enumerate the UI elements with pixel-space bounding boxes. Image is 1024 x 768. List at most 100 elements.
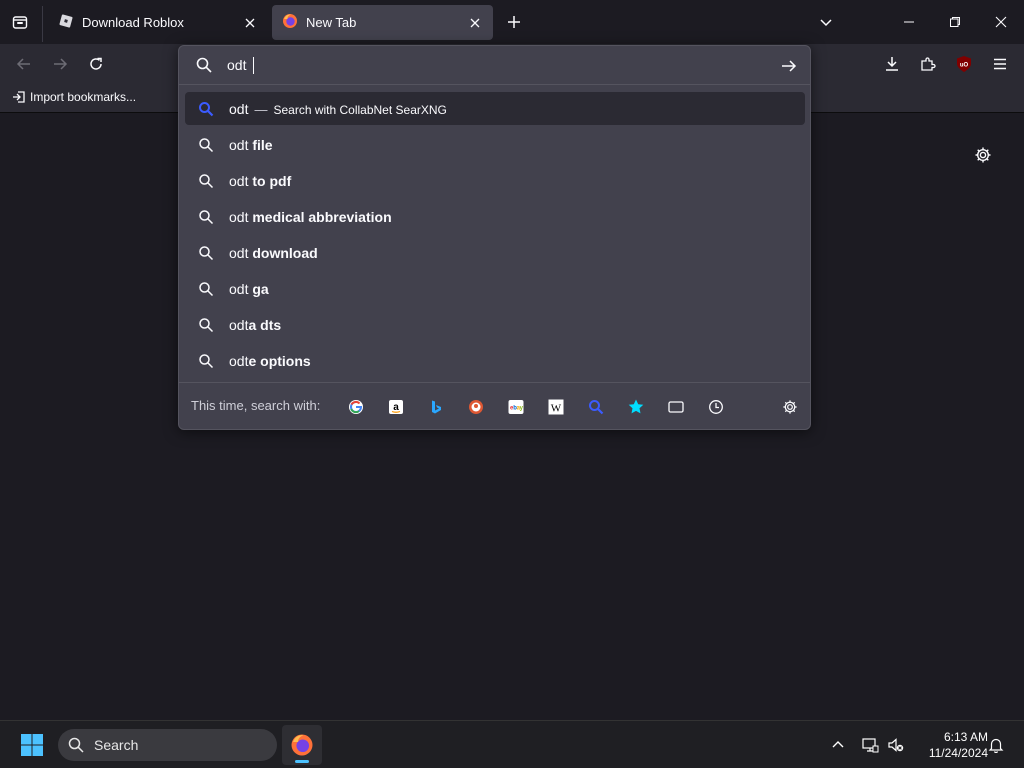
suggestion-completion: to pdf	[252, 172, 292, 189]
clock-date: 11/24/2024	[928, 746, 988, 760]
suggestion-text: odt medical abbreviation	[229, 209, 392, 225]
downloads-button[interactable]	[880, 52, 904, 76]
restore-icon	[950, 17, 960, 27]
amazon-search-button[interactable]: a	[383, 394, 409, 420]
volume-button[interactable]	[884, 733, 908, 757]
windows-logo-icon	[21, 734, 43, 756]
duckduckgo-icon	[469, 400, 483, 414]
tabs-search-button[interactable]	[663, 394, 689, 420]
extensions-button[interactable]	[916, 52, 940, 76]
close-window-button[interactable]	[978, 0, 1024, 44]
suggestion-item[interactable]: odt file	[185, 128, 805, 161]
download-icon	[886, 57, 898, 71]
suggestion-completion: a dts	[248, 316, 282, 333]
one-off-search-bar: This time, search with: a ebay W	[179, 382, 810, 429]
ublock-icon: uO	[957, 56, 971, 72]
show-hidden-icons-button[interactable]	[826, 733, 850, 757]
ebay-search-button[interactable]: ebay	[503, 394, 529, 420]
suggestion-item[interactable]: odt download	[185, 236, 805, 269]
taskbar-firefox-app[interactable]	[282, 725, 322, 765]
tabs-icon	[668, 401, 684, 413]
suggestion-prefix: odt	[229, 172, 253, 189]
suggestion-completion: medical abbreviation	[252, 208, 392, 225]
chevron-up-icon	[832, 741, 844, 748]
taskbar-search-box[interactable]: Search	[58, 729, 277, 761]
bing-icon	[432, 400, 441, 414]
suggestion-primary-search[interactable]: odt — Search with CollabNet SearXNG	[185, 92, 805, 125]
suggestion-item[interactable]: odte options	[185, 344, 805, 377]
suggestion-item[interactable]: odt medical abbreviation	[185, 200, 805, 233]
minimize-icon	[904, 21, 914, 23]
reload-icon	[90, 57, 102, 70]
active-app-indicator	[295, 760, 309, 763]
suggestion-prefix: odt	[229, 352, 249, 369]
duckduckgo-search-button[interactable]	[463, 394, 489, 420]
tab-new-tab[interactable]: New Tab	[272, 5, 493, 40]
forward-button[interactable]	[48, 52, 72, 76]
tab-separator	[42, 6, 43, 42]
history-search-button[interactable]	[703, 394, 729, 420]
notifications-button[interactable]	[984, 733, 1008, 757]
search-icon	[197, 280, 215, 298]
suggestion-item[interactable]: odta dts	[185, 308, 805, 341]
firefox-view-icon	[12, 16, 28, 29]
gear-icon	[975, 147, 991, 163]
search-settings-button[interactable]	[777, 394, 803, 420]
tab-download-roblox[interactable]: Download Roblox	[48, 5, 268, 40]
ebay-icon: ebay	[508, 400, 524, 414]
searxng-icon	[589, 400, 604, 415]
bookmarks-search-button[interactable]	[623, 394, 649, 420]
suggestion-text: odte options	[229, 353, 311, 369]
back-arrow-icon	[16, 58, 30, 70]
svg-text:uO: uO	[960, 63, 969, 69]
start-button[interactable]	[20, 733, 44, 757]
close-tab-icon[interactable]	[467, 15, 483, 31]
minimize-button[interactable]	[886, 0, 932, 44]
bing-search-button[interactable]	[423, 394, 449, 420]
suggestion-completion: file	[252, 136, 273, 153]
back-button[interactable]	[12, 52, 36, 76]
history-icon	[709, 400, 723, 414]
go-button[interactable]	[779, 56, 799, 76]
suggestion-text: odt download	[229, 245, 318, 261]
svg-text:W: W	[551, 403, 562, 415]
reload-button[interactable]	[84, 52, 108, 76]
close-icon	[995, 16, 1007, 28]
system-clock[interactable]: 6:13 AM 11/24/2024	[912, 729, 988, 761]
google-search-button[interactable]	[343, 394, 369, 420]
network-button[interactable]	[858, 733, 882, 757]
google-icon	[349, 400, 363, 414]
wikipedia-search-button[interactable]: W	[543, 394, 569, 420]
restore-button[interactable]	[932, 0, 978, 44]
network-icon	[862, 738, 879, 753]
suggestion-prefix: odt	[229, 244, 253, 261]
clock-time: 6:13 AM	[943, 730, 988, 744]
search-icon	[197, 352, 215, 370]
customize-new-tab-button[interactable]	[972, 144, 994, 166]
address-input[interactable]	[227, 54, 767, 76]
search-icon	[197, 244, 215, 262]
new-tab-button[interactable]	[502, 10, 526, 34]
svg-text:a: a	[393, 402, 399, 413]
import-bookmarks-button[interactable]: Import bookmarks...	[12, 90, 136, 104]
app-menu-button[interactable]	[988, 52, 1012, 76]
suggestion-item[interactable]: odt to pdf	[185, 164, 805, 197]
suggestion-query: odt	[229, 100, 249, 117]
firefox-icon	[282, 13, 298, 32]
hamburger-menu-icon	[994, 58, 1006, 70]
firefox-view-button[interactable]	[8, 10, 32, 34]
suggestion-engine-action: Search with CollabNet SearXNG	[273, 102, 447, 117]
plus-icon	[508, 16, 520, 28]
suggestion-item[interactable]: odt ga	[185, 272, 805, 305]
suggestion-prefix: odt	[229, 136, 253, 153]
suggestion-text: odt file	[229, 137, 273, 153]
list-all-tabs-button[interactable]	[814, 10, 838, 34]
suggestion-text: odt to pdf	[229, 173, 291, 189]
bookmarks-icon	[628, 399, 644, 414]
suggestion-dash: —	[254, 101, 268, 117]
close-tab-icon[interactable]	[242, 15, 258, 31]
one-off-label: This time, search with:	[191, 398, 321, 413]
search-icon	[197, 316, 215, 334]
ublock-origin-button[interactable]: uO	[952, 52, 976, 76]
searxng-search-button[interactable]	[583, 394, 609, 420]
